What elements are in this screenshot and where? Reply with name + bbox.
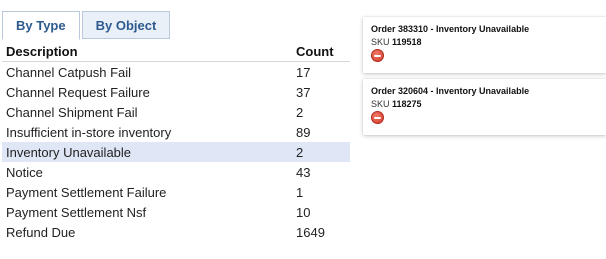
sku-label: SKU bbox=[371, 99, 390, 109]
row-description: Channel Request Failure bbox=[6, 84, 150, 100]
table-row[interactable]: Payment Settlement Nsf 10 bbox=[2, 202, 350, 222]
row-description: Channel Catpush Fail bbox=[6, 64, 132, 80]
table-row[interactable]: Insufficient in-store inventory 89 bbox=[2, 122, 350, 142]
sku-value: 118275 bbox=[392, 99, 422, 109]
row-description: Notice bbox=[6, 164, 43, 180]
table-row[interactable]: Notice 43 bbox=[2, 162, 350, 182]
row-count: 1 bbox=[296, 184, 304, 200]
table-row[interactable]: Payment Settlement Failure 1 bbox=[2, 182, 350, 202]
exception-type-table: Description Count Channel Catpush Fail 1… bbox=[2, 41, 350, 242]
order-card-title: Order 383310 - Inventory Unavailable bbox=[371, 24, 530, 34]
row-description: Refund Due bbox=[6, 224, 76, 240]
row-count: 2 bbox=[296, 144, 304, 160]
row-description: Insufficient in-store inventory bbox=[6, 124, 172, 140]
row-count: 37 bbox=[296, 84, 311, 100]
remove-icon[interactable] bbox=[371, 111, 384, 124]
table-row[interactable]: Channel Catpush Fail 17 bbox=[2, 62, 350, 82]
row-count: 43 bbox=[296, 164, 311, 180]
sku-label: SKU bbox=[371, 37, 390, 47]
row-description: Inventory Unavailable bbox=[6, 144, 132, 160]
row-count: 10 bbox=[296, 204, 311, 220]
view-tabs: By Type By Object bbox=[2, 11, 172, 40]
table-header: Description Count bbox=[2, 41, 350, 62]
row-description: Payment Settlement Nsf bbox=[6, 204, 147, 220]
description-column-header: Description bbox=[6, 43, 78, 59]
sku-value: 119518 bbox=[392, 37, 422, 47]
table-row[interactable]: Channel Shipment Fail 2 bbox=[2, 102, 350, 122]
order-card-sku: SKU 118275 bbox=[371, 99, 598, 109]
table-row[interactable]: Refund Due 1649 bbox=[2, 222, 350, 242]
row-count: 2 bbox=[296, 104, 304, 120]
tab-by-type[interactable]: By Type bbox=[2, 11, 80, 40]
count-column-header: Count bbox=[296, 43, 334, 59]
row-count: 89 bbox=[296, 124, 311, 140]
tab-by-object[interactable]: By Object bbox=[81, 11, 171, 39]
row-count: 1649 bbox=[296, 224, 325, 240]
order-card: Order 320604 - Inventory Unavailable SKU… bbox=[363, 79, 606, 135]
order-card-title: Order 320604 - Inventory Unavailable bbox=[371, 86, 530, 96]
remove-icon[interactable] bbox=[371, 49, 384, 62]
row-description: Payment Settlement Failure bbox=[6, 184, 167, 200]
order-card: Order 383310 - Inventory Unavailable SKU… bbox=[363, 17, 606, 73]
table-row[interactable]: Channel Request Failure 37 bbox=[2, 82, 350, 102]
order-card-sku: SKU 119518 bbox=[371, 37, 598, 47]
row-count: 17 bbox=[296, 64, 311, 80]
row-description: Channel Shipment Fail bbox=[6, 104, 138, 120]
table-row-selected[interactable]: Inventory Unavailable 2 bbox=[2, 142, 350, 162]
